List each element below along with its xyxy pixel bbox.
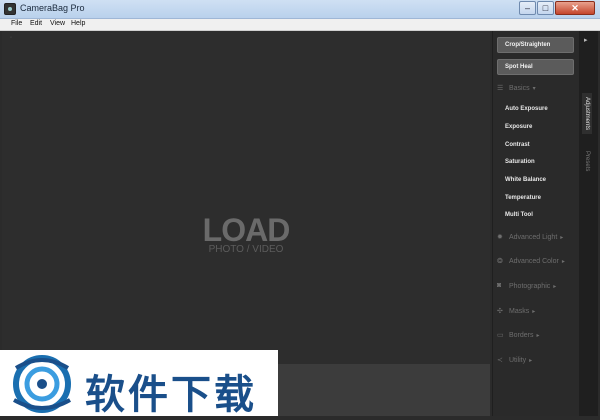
chevron-right-icon: ▸ bbox=[560, 235, 564, 241]
image-canvas[interactable]: ◦ LOAD PHOTO / VIDEO bbox=[2, 31, 490, 364]
chevron-right-icon: ▸ bbox=[553, 284, 557, 290]
basics-temperature[interactable]: Temperature bbox=[505, 195, 541, 201]
menu-view[interactable]: View bbox=[50, 20, 65, 27]
section-photographic-label: Photographic bbox=[509, 283, 551, 290]
basics-auto-exposure[interactable]: Auto Exposure bbox=[505, 106, 548, 112]
crop-straighten-button[interactable]: Crop/Straighten bbox=[497, 37, 574, 53]
camera-icon: ◙ bbox=[497, 282, 502, 289]
utility-icon: ≺ bbox=[497, 357, 503, 364]
basics-multi-tool[interactable]: Multi Tool bbox=[505, 212, 533, 218]
dragon-logo-icon bbox=[13, 355, 71, 413]
collapse-panel-icon[interactable]: ▸ bbox=[584, 36, 588, 44]
section-utility[interactable]: ≺ Utility ▸ bbox=[497, 356, 575, 368]
window-title: CameraBag Pro bbox=[20, 3, 85, 13]
chevron-down-icon: ▾ bbox=[532, 86, 536, 92]
chevron-right-icon: ▸ bbox=[529, 358, 533, 364]
watermark-banner: 软件下载 bbox=[0, 350, 278, 418]
section-borders-label: Borders bbox=[509, 332, 534, 339]
menu-help[interactable]: Help bbox=[71, 20, 85, 27]
basics-exposure[interactable]: Exposure bbox=[505, 124, 532, 130]
minimize-button[interactable]: – bbox=[519, 1, 536, 15]
border-icon: ▭ bbox=[497, 332, 504, 339]
adjustments-panel: Crop/Straighten Spot Heal ☰ Basics ▾ Auto… bbox=[492, 31, 579, 416]
watermark-text: 软件下载 bbox=[85, 372, 257, 418]
section-advanced-light[interactable]: ✹ Advanced Light ▸ bbox=[497, 233, 575, 245]
menu-edit[interactable]: Edit bbox=[30, 20, 42, 27]
title-bar: CameraBag Pro – □ ✕ bbox=[0, 0, 600, 19]
section-basics-label: Basics bbox=[509, 85, 530, 92]
section-utility-label: Utility bbox=[509, 357, 527, 364]
chevron-right-icon: ▸ bbox=[536, 333, 540, 339]
mask-icon: ✣ bbox=[497, 308, 503, 315]
close-button[interactable]: ✕ bbox=[555, 1, 595, 15]
sliders-icon: ☰ bbox=[497, 85, 504, 92]
section-borders[interactable]: ▭ Borders ▸ bbox=[497, 331, 575, 343]
section-advanced-color-label: Advanced Color bbox=[509, 258, 559, 265]
section-advanced-color[interactable]: ❂ Advanced Color ▸ bbox=[497, 257, 575, 269]
section-masks-label: Masks bbox=[509, 308, 530, 315]
canvas-marker-icon: ◦ bbox=[10, 35, 13, 41]
section-masks[interactable]: ✣ Masks ▸ bbox=[497, 307, 575, 319]
basics-saturation[interactable]: Saturation bbox=[505, 159, 535, 165]
palette-icon: ❂ bbox=[497, 258, 503, 265]
load-subtitle[interactable]: PHOTO / VIDEO bbox=[2, 244, 490, 255]
spot-heal-button[interactable]: Spot Heal bbox=[497, 59, 574, 75]
panel-tab-strip: ▸ Adjustments Presets bbox=[579, 31, 598, 416]
tab-presets[interactable]: Presets bbox=[582, 149, 592, 173]
sun-icon: ✹ bbox=[497, 234, 503, 241]
chevron-right-icon: ▸ bbox=[532, 309, 536, 315]
tab-adjustments[interactable]: Adjustments bbox=[582, 93, 592, 135]
section-advanced-light-label: Advanced Light bbox=[509, 234, 558, 241]
basics-white-balance[interactable]: White Balance bbox=[505, 177, 546, 183]
menu-file[interactable]: File bbox=[11, 20, 22, 27]
basics-contrast[interactable]: Contrast bbox=[505, 142, 530, 148]
section-basics[interactable]: ☰ Basics ▾ bbox=[497, 84, 575, 96]
section-photographic[interactable]: ◙ Photographic ▸ bbox=[497, 282, 575, 294]
menu-bar: File Edit View Help bbox=[0, 19, 600, 31]
camerabag-app-icon bbox=[4, 3, 16, 15]
maximize-button[interactable]: □ bbox=[537, 1, 554, 15]
chevron-right-icon: ▸ bbox=[561, 259, 565, 265]
